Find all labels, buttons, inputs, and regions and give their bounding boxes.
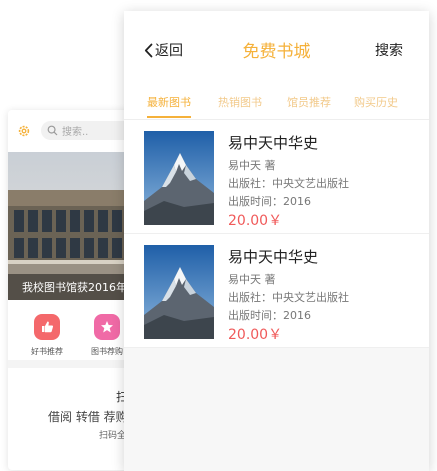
book-price: 20.00￥: [228, 213, 283, 229]
book-cover: [144, 131, 214, 225]
tab-latest-books[interactable]: 最新图书: [147, 94, 191, 110]
book-publish-date: 出版时间：2016: [228, 195, 311, 208]
book-cover: [144, 245, 214, 339]
search-button[interactable]: 搜索: [375, 40, 403, 60]
header-bar: 返回 免费书城 搜索: [124, 11, 429, 83]
book-author: 易中天 著: [228, 159, 276, 172]
star-icon: [94, 314, 120, 340]
bookstore-screen: 返回 免费书城 搜索 最新图书 热销图书 馆员推荐 购买历史 易中天中华史 易中…: [124, 11, 429, 471]
gear-icon[interactable]: [17, 124, 31, 138]
chevron-left-icon: [144, 43, 153, 57]
book-title: 易中天中华史: [228, 248, 319, 266]
scan-section-hint: 扫码全: [99, 431, 127, 441]
book-author: 易中天 著: [228, 273, 276, 286]
back-button[interactable]: 返回: [144, 40, 183, 60]
scan-section-description: 借阅 转借 荐购: [48, 410, 128, 424]
shortcut-label: 好书推荐: [31, 347, 63, 356]
tab-bestselling-books[interactable]: 热销图书: [218, 94, 262, 110]
book-price: 20.00￥: [228, 327, 283, 343]
category-tabs: 最新图书 热销图书 馆员推荐 购买历史: [124, 83, 429, 120]
book-publish-date: 出版时间：2016: [228, 309, 311, 322]
back-label: 返回: [155, 43, 183, 59]
recommend-books-shortcut[interactable]: 好书推荐: [22, 314, 72, 357]
active-tab-indicator: [147, 116, 191, 118]
list-item[interactable]: 易中天中华史 易中天 著 出版社：中央文艺出版社 出版时间：2016 20.00…: [124, 234, 429, 348]
book-title: 易中天中华史: [228, 134, 319, 152]
list-item[interactable]: 易中天中华史 易中天 著 出版社：中央文艺出版社 出版时间：2016 20.00…: [124, 120, 429, 234]
search-placeholder: 搜索..: [62, 127, 89, 138]
thumbs-up-icon: [34, 314, 60, 340]
search-icon: [47, 125, 58, 136]
book-publisher: 出版社：中央文艺出版社: [228, 177, 349, 190]
book-list: 易中天中华史 易中天 著 出版社：中央文艺出版社 出版时间：2016 20.00…: [124, 120, 429, 348]
tab-librarian-picks[interactable]: 馆员推荐: [287, 94, 331, 110]
book-publisher: 出版社：中央文艺出版社: [228, 291, 349, 304]
tab-purchase-history[interactable]: 购买历史: [354, 94, 398, 110]
